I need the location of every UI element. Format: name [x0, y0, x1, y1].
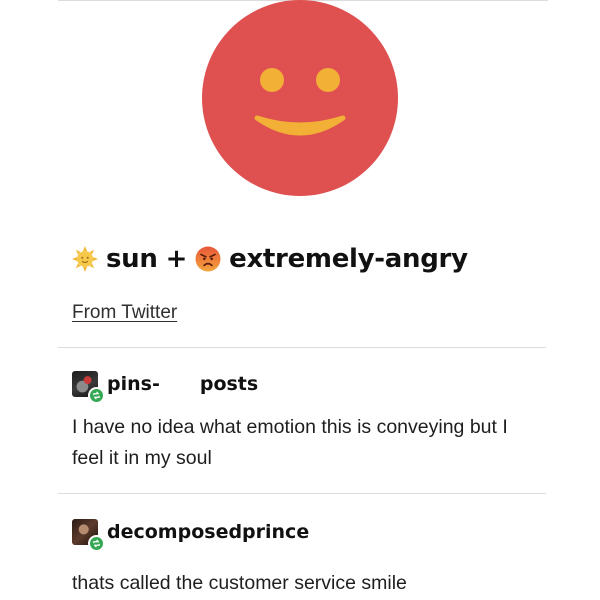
- plus-operator: +: [165, 244, 188, 274]
- user-avatar-icon[interactable]: [72, 371, 105, 404]
- reblog-entry: decomposedprince thats called the custom…: [72, 516, 552, 599]
- smiley-right-eye: [316, 68, 340, 92]
- reblog-username[interactable]: decomposedprince: [107, 521, 309, 543]
- reblog-text: thats called the customer service smile: [72, 572, 407, 594]
- reblog-header: pins- posts: [72, 368, 552, 404]
- reblog-username-suffix[interactable]: posts: [200, 373, 258, 395]
- reblog-divider: [58, 347, 546, 348]
- reblog-text: I have no idea what emotion this is conv…: [72, 416, 508, 469]
- reblog-header: decomposedprince: [72, 516, 552, 552]
- extremely-angry-emoji-icon: [195, 246, 221, 272]
- sun-emoji-icon: [72, 246, 98, 272]
- emoji-label-sun: sun: [106, 244, 158, 274]
- reblog-entry: pins- posts I have no idea what emotion …: [72, 368, 552, 474]
- reblog-username[interactable]: pins-: [107, 373, 160, 395]
- smiley-face: [202, 0, 398, 196]
- reblog-icon: [88, 387, 105, 404]
- source-link[interactable]: From Twitter: [72, 302, 177, 324]
- emoji-label-extremely-angry: extremely-angry: [229, 244, 468, 274]
- user-avatar-icon[interactable]: [72, 519, 105, 552]
- reblog-icon: [88, 535, 105, 552]
- smiley-left-eye: [260, 68, 284, 92]
- emoji-combo-caption: sun + extremely-angry: [72, 237, 468, 281]
- reblog-divider: [58, 493, 546, 494]
- red-smiley-face-icon: [202, 0, 398, 196]
